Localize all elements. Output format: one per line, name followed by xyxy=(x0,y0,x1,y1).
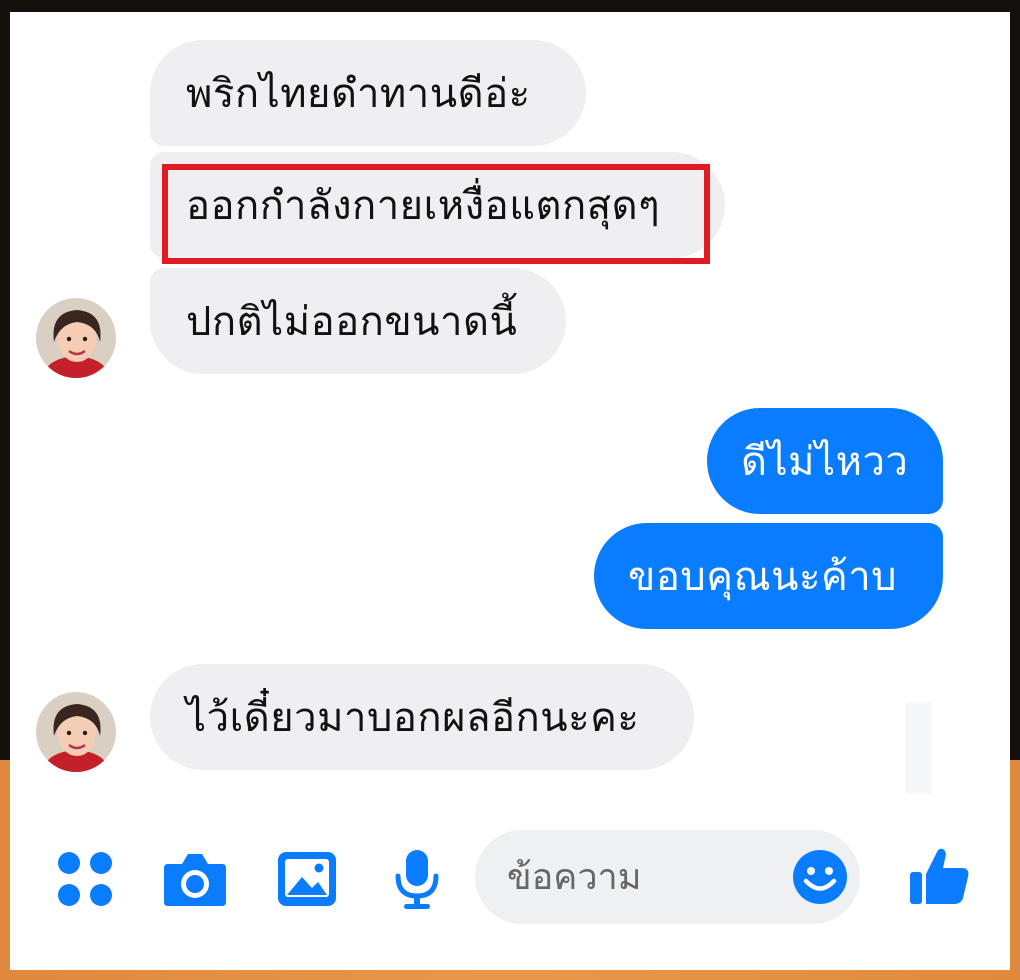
microphone-icon[interactable] xyxy=(392,848,442,916)
message-text: ดีไม่ไหวว xyxy=(741,439,909,485)
message-bubble-incoming[interactable]: ไว้เดี๋ยวมาบอกผลอีกนะคะ xyxy=(150,664,694,770)
message-text: ไว้เดี๋ยวมาบอกผลอีกนะคะ xyxy=(186,695,640,741)
message-input[interactable] xyxy=(507,852,767,902)
message-bubble-outgoing[interactable]: ขอบคุณนะค้าบ xyxy=(594,523,943,629)
photo-icon[interactable] xyxy=(276,850,338,912)
chat-window: พริกไทยดำทานดีอ่ะ ออกกำลังกายเหงื่อแตกสุ… xyxy=(10,12,1010,970)
message-bubble-outgoing[interactable]: ดีไม่ไหวว xyxy=(707,408,943,514)
highlight-box xyxy=(162,164,710,264)
message-bubble-incoming[interactable]: ปกติไม่ออกขนาดนี้ xyxy=(150,268,566,374)
contact-avatar[interactable] xyxy=(36,298,116,378)
message-text: พริกไทยดำทานดีอ่ะ xyxy=(186,71,531,117)
apps-icon[interactable] xyxy=(56,850,114,912)
message-text: ขอบคุณนะค้าบ xyxy=(628,554,898,600)
faint-divider xyxy=(906,702,932,794)
message-composer[interactable] xyxy=(475,830,860,924)
message-bubble-incoming[interactable]: พริกไทยดำทานดีอ่ะ xyxy=(150,40,586,146)
camera-icon[interactable] xyxy=(162,850,228,912)
message-text: ปกติไม่ออกขนาดนี้ xyxy=(186,299,518,345)
contact-avatar[interactable] xyxy=(36,692,116,772)
thumbs-up-icon[interactable] xyxy=(908,844,972,912)
emoji-icon[interactable] xyxy=(791,848,849,910)
